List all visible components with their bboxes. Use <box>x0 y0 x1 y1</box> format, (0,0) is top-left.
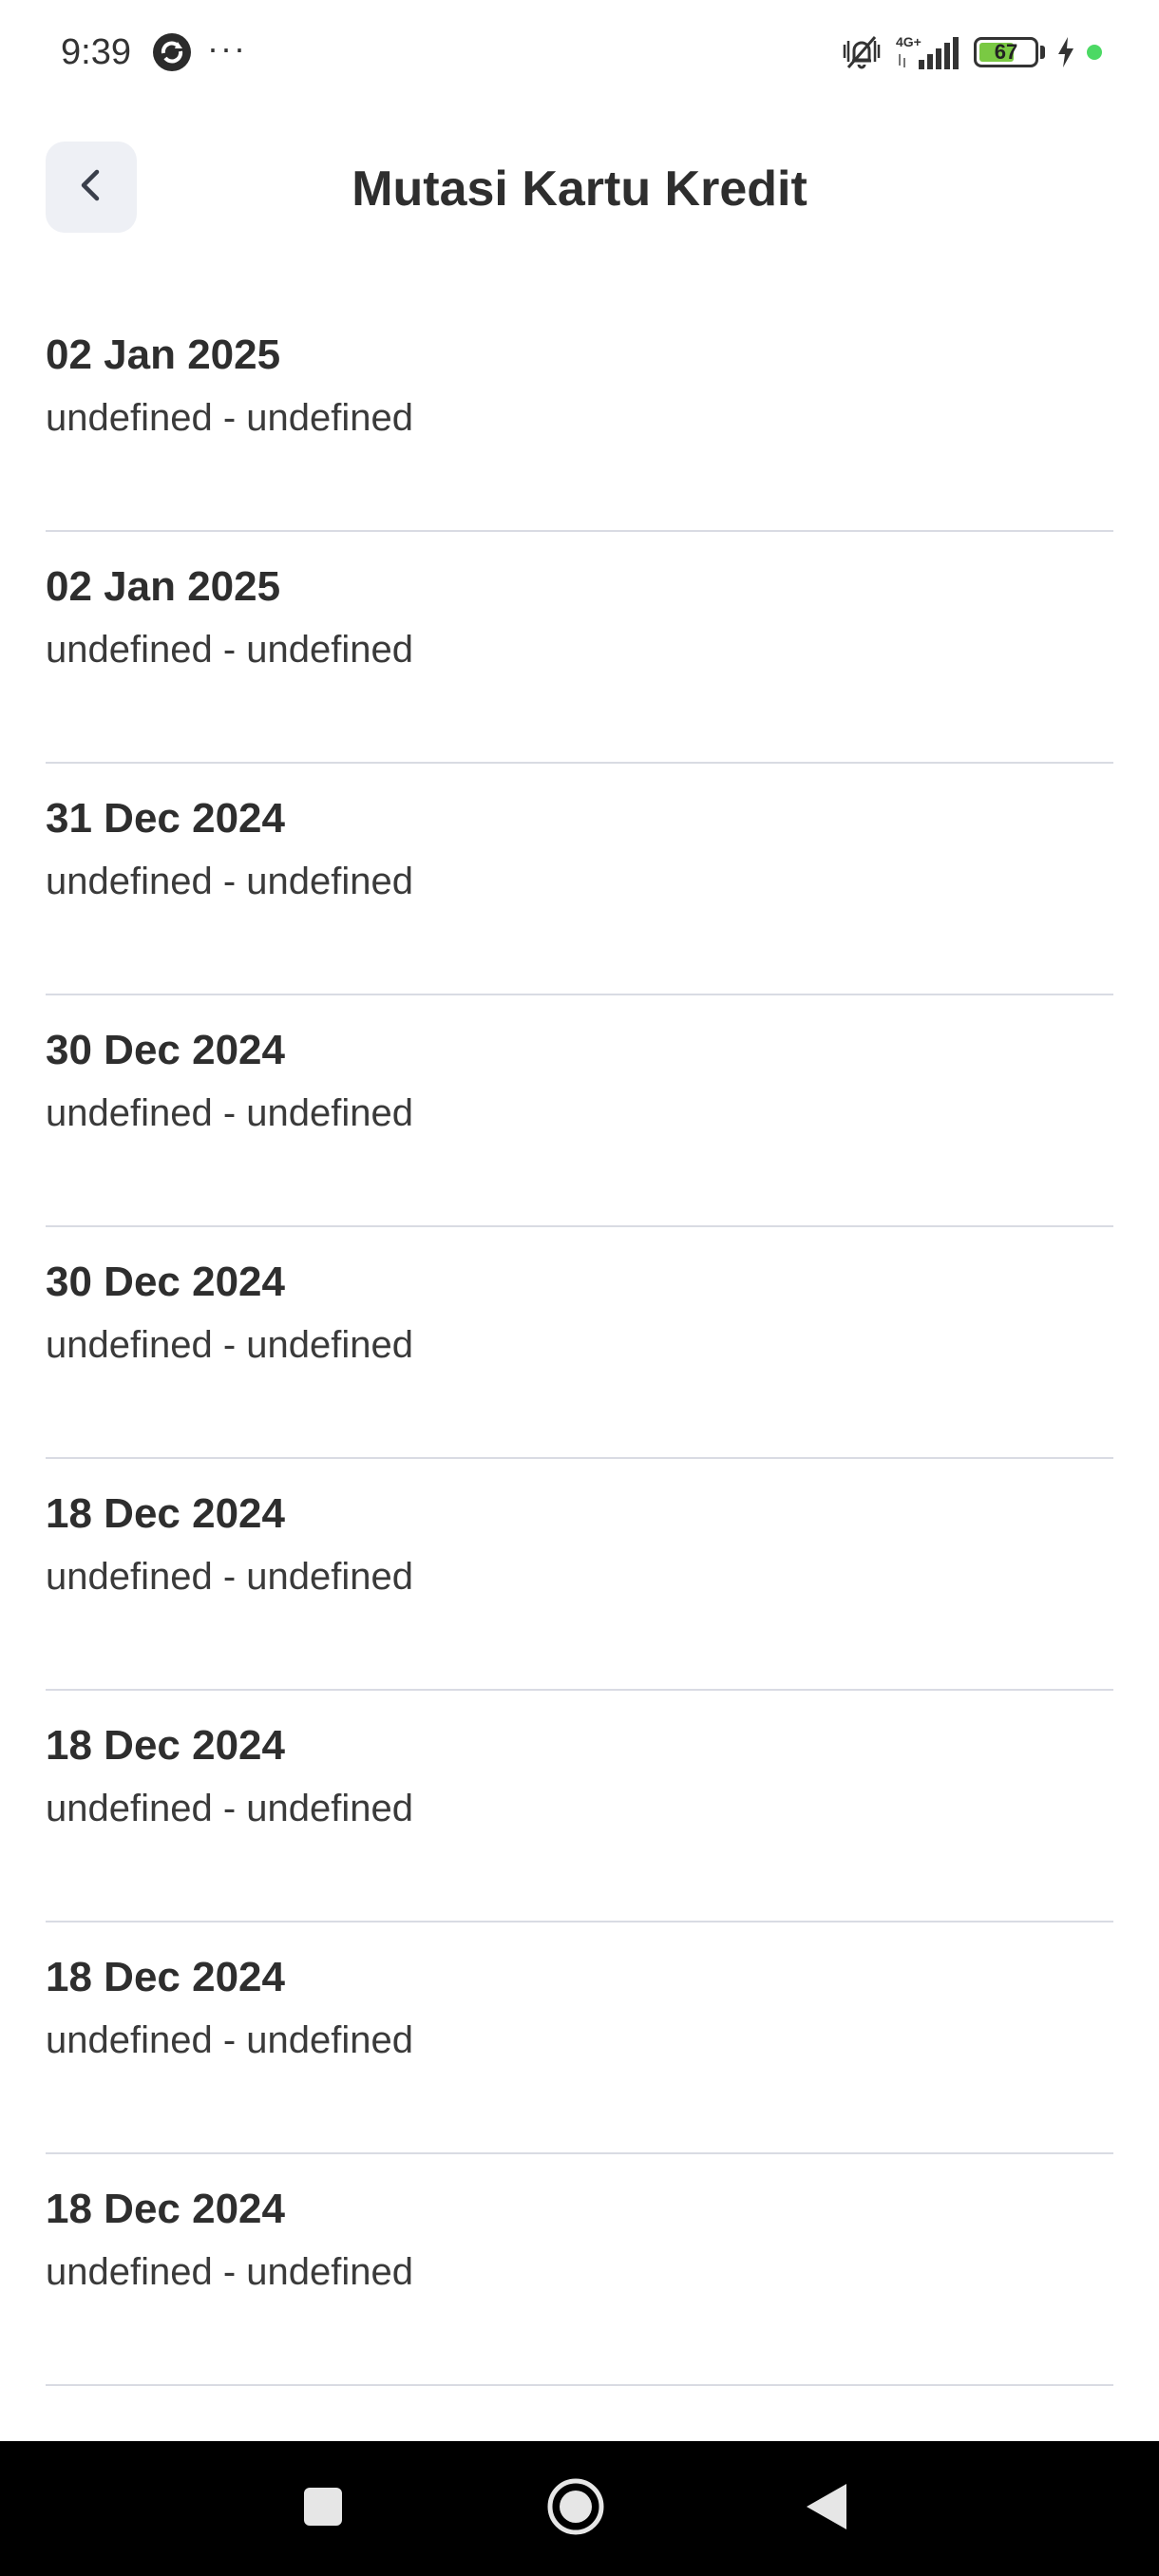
transaction-date: 02 Jan 2025 <box>46 563 281 610</box>
network-type: 4G+ <box>896 34 922 49</box>
privacy-indicator-dot <box>1087 45 1102 60</box>
transaction-item[interactable]: 31 Dec 2024 undefined - undefined <box>46 764 1113 995</box>
back-nav-button[interactable] <box>760 2441 893 2576</box>
recents-button[interactable] <box>256 2441 390 2576</box>
transaction-description: undefined - undefined <box>46 861 413 902</box>
transaction-description: undefined - undefined <box>46 2019 413 2061</box>
transaction-description: undefined - undefined <box>46 2251 413 2293</box>
transaction-list: 02 Jan 2025 undefined - undefined 02 Jan… <box>46 300 1113 2386</box>
system-navigation-bar <box>0 2441 1159 2576</box>
transaction-date: 30 Dec 2024 <box>46 1259 285 1305</box>
transaction-item[interactable]: 18 Dec 2024 undefined - undefined <box>46 1459 1113 1691</box>
transaction-description: undefined - undefined <box>46 629 413 671</box>
transaction-date: 18 Dec 2024 <box>46 1490 285 1537</box>
transaction-date: 30 Dec 2024 <box>46 1027 285 1073</box>
transaction-date: 18 Dec 2024 <box>46 1722 285 1769</box>
signal-4g-icon: 4G+ <box>896 33 962 71</box>
status-bar: 9:39 ··· 4G+ 67 <box>0 0 1159 104</box>
more-notifications-icon: ··· <box>207 28 247 67</box>
transaction-description: undefined - undefined <box>46 1092 413 1134</box>
home-button[interactable] <box>509 2441 642 2576</box>
transaction-description: undefined - undefined <box>46 397 413 439</box>
transaction-item[interactable]: 18 Dec 2024 undefined - undefined <box>46 1923 1113 2154</box>
home-circle-icon <box>546 2477 605 2541</box>
transaction-item[interactable]: 30 Dec 2024 undefined - undefined <box>46 1227 1113 1459</box>
transaction-date: 31 Dec 2024 <box>46 795 285 842</box>
transaction-date: 02 Jan 2025 <box>46 331 281 378</box>
transaction-description: undefined - undefined <box>46 1324 413 1366</box>
transaction-item[interactable]: 18 Dec 2024 undefined - undefined <box>46 2154 1113 2386</box>
status-time: 9:39 <box>61 32 131 72</box>
battery-icon: 67 <box>974 37 1038 67</box>
charging-icon <box>1056 37 1075 67</box>
app-notification-icon <box>152 32 192 72</box>
transaction-item[interactable]: 02 Jan 2025 undefined - undefined <box>46 300 1113 532</box>
transaction-date: 18 Dec 2024 <box>46 2186 285 2232</box>
transaction-item[interactable]: 02 Jan 2025 undefined - undefined <box>46 532 1113 764</box>
battery-cap <box>1040 46 1045 59</box>
transaction-item[interactable]: 18 Dec 2024 undefined - undefined <box>46 1691 1113 1923</box>
page-title: Mutasi Kartu Kredit <box>352 161 808 217</box>
battery-level: 67 <box>994 40 1018 64</box>
transaction-description: undefined - undefined <box>46 1556 413 1598</box>
vibrate-mute-icon <box>839 33 884 71</box>
status-icons: 4G+ 67 <box>839 28 1102 76</box>
transaction-date: 18 Dec 2024 <box>46 1954 285 2000</box>
transaction-description: undefined - undefined <box>46 1788 413 1829</box>
back-triangle-icon <box>805 2482 848 2536</box>
transaction-item[interactable]: 30 Dec 2024 undefined - undefined <box>46 995 1113 1227</box>
recents-square-icon <box>302 2486 344 2532</box>
